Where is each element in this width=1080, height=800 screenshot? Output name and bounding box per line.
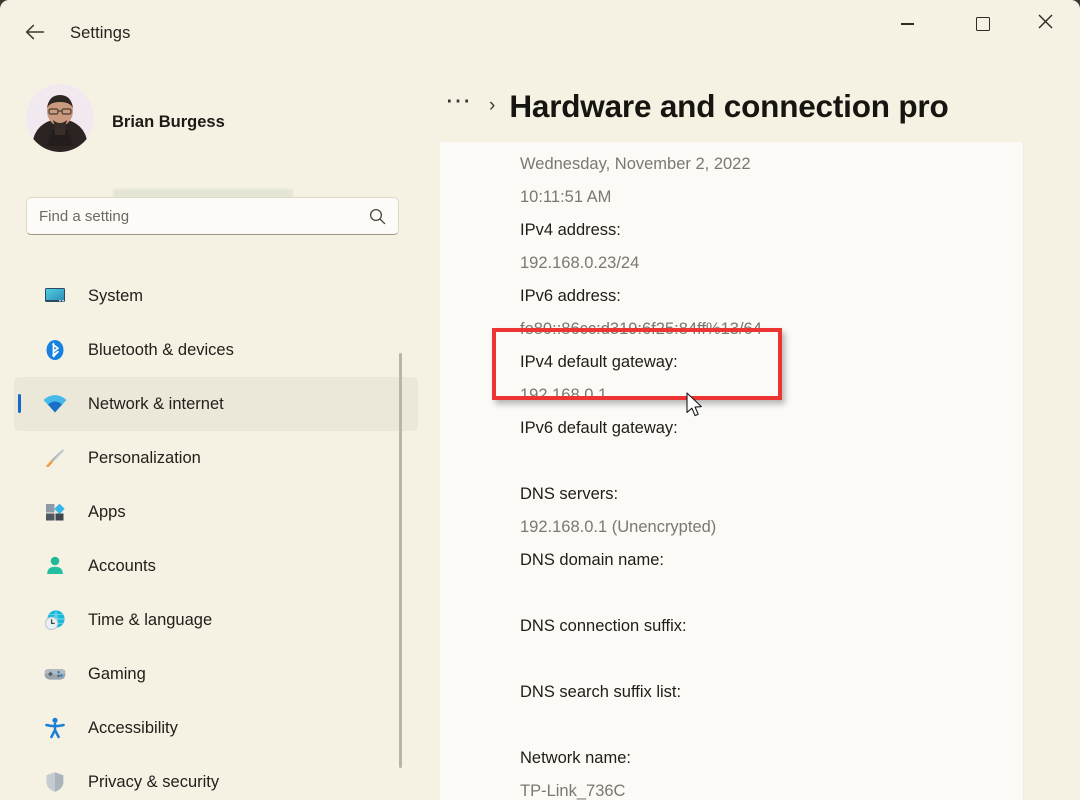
detail-label: IPv6 address:	[520, 280, 1020, 313]
sidebar-item-label: System	[88, 287, 143, 306]
person-icon	[42, 553, 68, 579]
sidebar-item-accounts[interactable]: Accounts	[14, 539, 418, 593]
gamepad-icon	[42, 661, 68, 687]
detail-row-network-name: Network name: TP-Link_736C	[520, 742, 1020, 800]
accessibility-icon	[42, 715, 68, 741]
sidebar-item-label: Bluetooth & devices	[88, 341, 234, 360]
detail-value: 192.168.0.1 (Unencrypted)	[520, 511, 1020, 544]
chevron-right-icon: ›	[489, 95, 495, 117]
breadcrumb-overflow-button[interactable]: ⋯	[445, 95, 473, 117]
settings-window: Settings	[0, 0, 1080, 800]
detail-row-dns-servers: DNS servers: 192.168.0.1 (Unencrypted)	[520, 478, 1020, 544]
sidebar-item-network-internet[interactable]: Network & internet	[14, 377, 418, 431]
wifi-icon	[42, 391, 68, 417]
sidebar-item-apps[interactable]: Apps	[14, 485, 418, 539]
timestamp-time: 10:11:51 AM	[520, 181, 1020, 214]
detail-row-ipv6-address: IPv6 address: fe80::86cc:d319:6f25:84ff%…	[520, 280, 1020, 346]
detail-value	[520, 577, 1020, 610]
sidebar-item-label: Personalization	[88, 449, 201, 468]
sidebar-item-label: Gaming	[88, 665, 146, 684]
sidebar-item-privacy-security[interactable]: Privacy & security	[14, 755, 418, 800]
detail-value	[520, 643, 1020, 676]
shield-icon	[42, 769, 68, 795]
detail-value: 192.168.0.1	[520, 379, 1020, 412]
paintbrush-icon	[42, 445, 68, 471]
detail-row-ipv6-default-gateway: IPv6 default gateway:	[520, 412, 1020, 478]
search-placeholder: Find a setting	[39, 208, 129, 225]
connection-properties-panel: Wednesday, November 2, 2022 10:11:51 AM …	[440, 142, 1023, 800]
sidebar-item-system[interactable]: System	[14, 269, 418, 323]
avatar	[26, 84, 94, 152]
timestamp-date: Wednesday, November 2, 2022	[520, 148, 1020, 181]
globe-clock-icon	[42, 607, 68, 633]
detail-row-ipv4-address: IPv4 address: 192.168.0.23/24	[520, 214, 1020, 280]
apps-icon	[42, 499, 68, 525]
back-arrow-icon	[25, 24, 46, 45]
navigation-list: System Bluetooth & devices	[0, 269, 430, 800]
close-icon	[1038, 14, 1053, 34]
selection-indicator	[18, 394, 21, 413]
detail-row-dns-domain-name: DNS domain name:	[520, 544, 1020, 610]
maximize-button[interactable]	[960, 0, 1006, 48]
sidebar-item-label: Accounts	[88, 557, 156, 576]
detail-row-dns-search-suffix-list: DNS search suffix list:	[520, 676, 1020, 742]
page-title: Hardware and connection pro	[509, 88, 948, 125]
detail-label: Network name:	[520, 742, 1020, 775]
detail-label: IPv6 default gateway:	[520, 412, 1020, 445]
minimize-icon	[901, 23, 914, 25]
content-scrollbar[interactable]	[1023, 142, 1024, 800]
search-input[interactable]: Find a setting	[26, 197, 399, 235]
profile-name: Brian Burgess	[112, 113, 225, 132]
monitor-icon	[42, 283, 68, 309]
detail-row-ipv4-default-gateway: IPv4 default gateway: 192.168.0.1	[520, 346, 1020, 412]
detail-value	[520, 709, 1020, 742]
detail-value: fe80::86cc:d319:6f25:84ff%13/64	[520, 313, 1020, 346]
sidebar-item-accessibility[interactable]: Accessibility	[14, 701, 418, 755]
sidebar: Brian Burgess Find a setting	[0, 68, 430, 800]
sidebar-item-label: Network & internet	[88, 395, 224, 414]
minimize-button[interactable]	[884, 0, 930, 48]
detail-label: DNS search suffix list:	[520, 676, 1020, 709]
sidebar-item-label: Time & language	[88, 611, 212, 630]
detail-value: 192.168.0.23/24	[520, 247, 1020, 280]
detail-list: Wednesday, November 2, 2022 10:11:51 AM …	[520, 148, 1020, 800]
detail-value: TP-Link_736C	[520, 775, 1020, 800]
timestamp-row: Wednesday, November 2, 2022 10:11:51 AM	[520, 148, 1020, 214]
maximize-icon	[976, 17, 990, 31]
back-button[interactable]	[18, 17, 52, 51]
detail-label: IPv4 address:	[520, 214, 1020, 247]
breadcrumb: ⋯ › Hardware and connection pro	[445, 82, 949, 130]
title-bar: Settings	[0, 0, 1080, 68]
sidebar-scrollbar[interactable]	[399, 353, 402, 768]
app-title: Settings	[70, 24, 130, 43]
detail-value	[520, 445, 1020, 478]
sidebar-item-label: Privacy & security	[88, 773, 219, 792]
close-button[interactable]	[1022, 0, 1068, 48]
detail-label: DNS connection suffix:	[520, 610, 1020, 643]
sidebar-item-label: Apps	[88, 503, 126, 522]
user-profile[interactable]: Brian Burgess	[26, 80, 396, 158]
search-icon	[369, 208, 386, 230]
sidebar-item-label: Accessibility	[88, 719, 178, 738]
main-content: ⋯ › Hardware and connection pro Wednesda…	[430, 68, 1080, 800]
sidebar-item-time-language[interactable]: Time & language	[14, 593, 418, 647]
sidebar-item-bluetooth-devices[interactable]: Bluetooth & devices	[14, 323, 418, 377]
detail-label: DNS servers:	[520, 478, 1020, 511]
detail-row-dns-connection-suffix: DNS connection suffix:	[520, 610, 1020, 676]
bluetooth-icon	[42, 337, 68, 363]
sidebar-item-personalization[interactable]: Personalization	[14, 431, 418, 485]
detail-label: IPv4 default gateway:	[520, 346, 1020, 379]
sidebar-item-gaming[interactable]: Gaming	[14, 647, 418, 701]
detail-label: DNS domain name:	[520, 544, 1020, 577]
